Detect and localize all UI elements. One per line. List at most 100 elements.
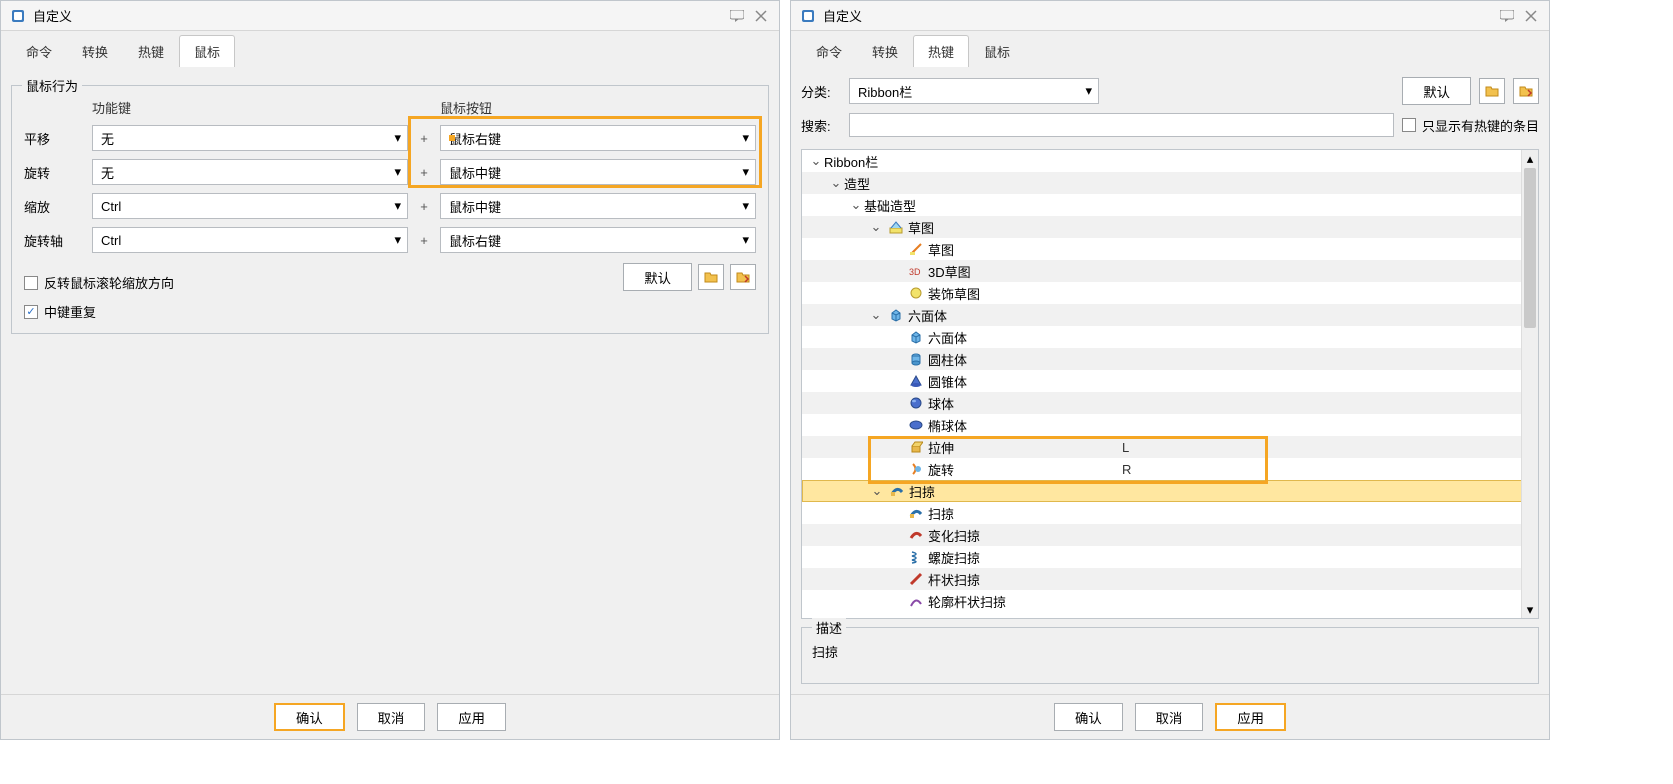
tree-row[interactable]: 轮廓杆状扫掠: [802, 590, 1538, 612]
desc-legend: 描述: [812, 618, 846, 637]
tree-row[interactable]: 圆柱体: [802, 348, 1538, 370]
tab-hotkey[interactable]: 热键: [123, 35, 179, 67]
tree-row[interactable]: 圆锥体: [802, 370, 1538, 392]
sweep-icon: [908, 505, 924, 521]
search-input[interactable]: [849, 113, 1394, 137]
tree-row[interactable]: 拉伸L: [802, 436, 1538, 458]
scrollbar[interactable]: ▴ ▾: [1521, 150, 1538, 618]
tree-row[interactable]: 旋转R: [802, 458, 1538, 480]
description-group: 描述 扫掠: [801, 627, 1539, 684]
cube-icon: [908, 329, 924, 345]
cancel-button[interactable]: 取消: [357, 703, 426, 731]
zoom-mouse-select[interactable]: 鼠标中键▾: [440, 193, 756, 219]
tree-item-label: 草图: [928, 240, 954, 259]
chevron-down-icon[interactable]: ⌄: [868, 307, 884, 323]
only-hotkey-checkbox[interactable]: 只显示有热键的条目: [1402, 116, 1539, 135]
chevron-down-icon[interactable]: ⌄: [869, 483, 885, 499]
pan-mouse-select[interactable]: 鼠标右键▾: [440, 125, 756, 151]
close-icon[interactable]: [1521, 6, 1541, 26]
window-title: 自定义: [33, 6, 72, 25]
rotate-mouse-select[interactable]: 鼠标中键▾: [440, 159, 756, 185]
tab-command[interactable]: 命令: [801, 35, 857, 67]
tree-row[interactable]: ⌄基础造型: [802, 194, 1538, 216]
close-icon[interactable]: [751, 6, 771, 26]
open-folder-button[interactable]: [698, 264, 724, 290]
tree-item-label: 基础造型: [864, 196, 916, 215]
tab-hotkey[interactable]: 热键: [913, 35, 969, 67]
tree-item-label: 圆锥体: [928, 372, 967, 391]
tree-row[interactable]: ⌄草图: [802, 216, 1538, 238]
app-icon: [9, 7, 27, 25]
plus-icon: +: [416, 165, 432, 180]
rotateaxis-mouse-select[interactable]: 鼠标右键▾: [440, 227, 756, 253]
apply-button[interactable]: 应用: [1215, 703, 1286, 731]
tree-row[interactable]: 杆状扫掠: [802, 568, 1538, 590]
default-button[interactable]: 默认: [623, 263, 692, 291]
scroll-up-icon[interactable]: ▴: [1522, 150, 1538, 167]
tree-item-label: 六面体: [928, 328, 967, 347]
tree-row[interactable]: 装饰草图: [802, 282, 1538, 304]
chevron-down-icon[interactable]: ⌄: [848, 197, 864, 213]
category-label: 分类:: [801, 82, 841, 101]
apply-button[interactable]: 应用: [437, 703, 506, 731]
tree-row[interactable]: ⌄六面体: [802, 304, 1538, 326]
tree-row[interactable]: ⌄Ribbon栏: [802, 150, 1538, 172]
plus-icon: +: [416, 199, 432, 214]
tree-item-label: 造型: [844, 174, 870, 193]
tree-row[interactable]: 螺旋扫掠: [802, 546, 1538, 568]
sketch3d-icon: 3D: [908, 263, 924, 279]
tree-row[interactable]: ⌄ 扫掠: [802, 480, 1538, 502]
scroll-thumb[interactable]: [1524, 168, 1536, 328]
tree-item-label: 扫掠: [909, 482, 935, 501]
feedback-icon[interactable]: [727, 6, 747, 26]
tree-row[interactable]: 六面体: [802, 326, 1538, 348]
category-select[interactable]: Ribbon栏▾: [849, 78, 1099, 104]
tab-transform[interactable]: 转换: [67, 35, 123, 67]
save-folder-button[interactable]: [1513, 78, 1539, 104]
tree-row[interactable]: 3D3D草图: [802, 260, 1538, 282]
tree-row[interactable]: 椭球体: [802, 414, 1538, 436]
hotkey-label: R: [1122, 462, 1131, 477]
dropdown-caret-icon: ▾: [394, 130, 401, 146]
save-folder-button[interactable]: [730, 264, 756, 290]
rod-icon: [908, 571, 924, 587]
tree-row[interactable]: 球体: [802, 392, 1538, 414]
chevron-down-icon[interactable]: ⌄: [868, 219, 884, 235]
svg-text:3D: 3D: [909, 267, 921, 277]
zoom-func-select[interactable]: Ctrl▾: [92, 193, 408, 219]
ok-button[interactable]: 确认: [274, 703, 345, 731]
header-mouse-btn: 鼠标按钮: [440, 98, 756, 117]
mouse-behavior-group: 鼠标行为 功能键 鼠标按钮 平移 无▾ + 鼠标右键▾ 旋转 无▾ + 鼠标中键…: [11, 85, 769, 334]
scroll-down-icon[interactable]: ▾: [1522, 601, 1538, 618]
tab-command[interactable]: 命令: [11, 35, 67, 67]
sweep-icon: [889, 483, 905, 499]
default-button[interactable]: 默认: [1402, 77, 1471, 105]
tab-transform[interactable]: 转换: [857, 35, 913, 67]
tree-item-label: 拉伸: [928, 438, 954, 457]
tree-item-label: 球体: [928, 394, 954, 413]
extrude-icon: [908, 439, 924, 455]
feedback-icon[interactable]: [1497, 6, 1517, 26]
header-func-key: 功能键: [92, 98, 408, 117]
chevron-down-icon[interactable]: ⌄: [828, 175, 844, 191]
rotateaxis-func-select[interactable]: Ctrl▾: [92, 227, 408, 253]
command-tree[interactable]: ⌄Ribbon栏⌄造型⌄基础造型⌄草图草图3D3D草图装饰草图⌄六面体六面体圆柱…: [801, 149, 1539, 619]
rotate-func-select[interactable]: 无▾: [92, 159, 408, 185]
tree-row[interactable]: 草图: [802, 238, 1538, 260]
open-folder-button[interactable]: [1479, 78, 1505, 104]
tree-row[interactable]: 扫掠: [802, 502, 1538, 524]
pan-func-select[interactable]: 无▾: [92, 125, 408, 151]
dialog-buttons: 确认 取消 应用: [791, 694, 1549, 739]
tree-row[interactable]: ⌄造型: [802, 172, 1538, 194]
tab-mouse[interactable]: 鼠标: [969, 35, 1025, 67]
chevron-down-icon[interactable]: ⌄: [808, 153, 824, 169]
ok-button[interactable]: 确认: [1054, 703, 1123, 731]
middle-repeat-checkbox[interactable]: 中键重复: [24, 302, 623, 321]
tabs: 命令 转换 热键 鼠标: [791, 31, 1549, 67]
cancel-button[interactable]: 取消: [1135, 703, 1204, 731]
ellipsoid-icon: [908, 417, 924, 433]
reverse-wheel-checkbox[interactable]: 反转鼠标滚轮缩放方向: [24, 273, 623, 292]
tab-mouse[interactable]: 鼠标: [179, 35, 235, 67]
tree-row[interactable]: 变化扫掠: [802, 524, 1538, 546]
desc-text: 扫掠: [812, 645, 838, 660]
